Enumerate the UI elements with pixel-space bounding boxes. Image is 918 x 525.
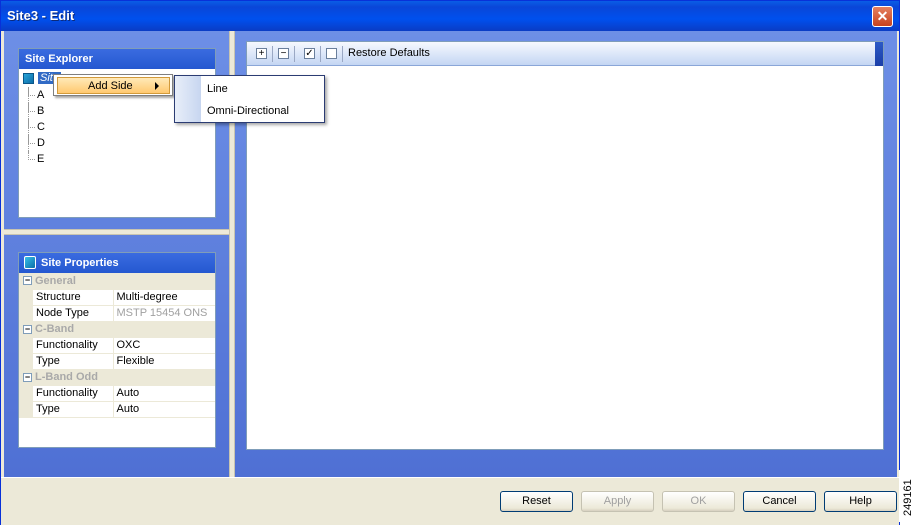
content-area: Site Explorer Site A B C D E Site Proper… [4,31,897,477]
details-toolbar: + − ✓ Restore Defaults [247,42,883,66]
restore-defaults-button[interactable]: Restore Defaults [348,47,430,59]
apply-button[interactable]: Apply [581,491,654,512]
category-c-band[interactable]: − C-Band [19,321,215,338]
horizontal-splitter[interactable] [4,229,229,235]
add-side-submenu: Line Omni-Directional [174,75,325,123]
site-properties-header: Site Properties [19,253,215,273]
properties-icon [24,256,36,269]
tree-item-d[interactable]: D [19,135,215,151]
category-general[interactable]: − General [19,273,215,290]
reset-button[interactable]: Reset [500,491,573,512]
property-row[interactable]: Structure Multi-degree [19,289,215,306]
collapse-icon[interactable]: − [23,276,32,286]
site-explorer-header: Site Explorer [19,49,215,69]
check-all-icon[interactable]: ✓ [304,48,315,59]
button-bar: Reset Apply OK Cancel Help [1,477,899,525]
property-row[interactable]: Functionality OXC [19,337,215,354]
edit-window: Site3 - Edit ✕ Site Explorer Site A B C … [0,0,900,525]
property-grid: − General Structure Multi-degree Node Typ… [19,273,215,418]
menu-item-add-side[interactable]: Add Side [57,77,170,94]
side-details-panel: + − ✓ Restore Defaults [246,41,884,450]
property-row[interactable]: Type Auto [19,401,215,418]
site-cube-icon [23,73,34,84]
submenu-arrow-icon [155,82,159,90]
title-bar[interactable]: Site3 - Edit ✕ [1,1,899,31]
site-properties-panel: Site Properties − General Structure Multi… [18,252,216,448]
collapse-all-icon[interactable]: − [278,48,289,59]
close-button[interactable]: ✕ [872,6,893,27]
property-row[interactable]: Node Type MSTP 15454 ONS [19,305,215,322]
help-button[interactable]: Help [824,491,897,512]
figure-id-label: 249161 [899,470,918,522]
window-title: Site3 - Edit [7,8,75,23]
menu-item-line[interactable]: Line [207,83,228,95]
collapse-icon[interactable]: − [23,372,32,382]
tree-item-e[interactable]: E [19,151,215,167]
context-menu: Add Side [53,74,173,96]
ok-button[interactable]: OK [662,491,735,512]
menu-item-omni-directional[interactable]: Omni-Directional [207,105,289,117]
collapse-icon[interactable]: − [23,324,32,334]
cancel-button[interactable]: Cancel [743,491,816,512]
property-row[interactable]: Type Flexible [19,353,215,370]
expand-all-icon[interactable]: + [256,48,267,59]
uncheck-all-icon[interactable] [326,48,337,59]
property-row[interactable]: Functionality Auto [19,385,215,402]
category-l-band-odd[interactable]: − L-Band Odd [19,369,215,386]
